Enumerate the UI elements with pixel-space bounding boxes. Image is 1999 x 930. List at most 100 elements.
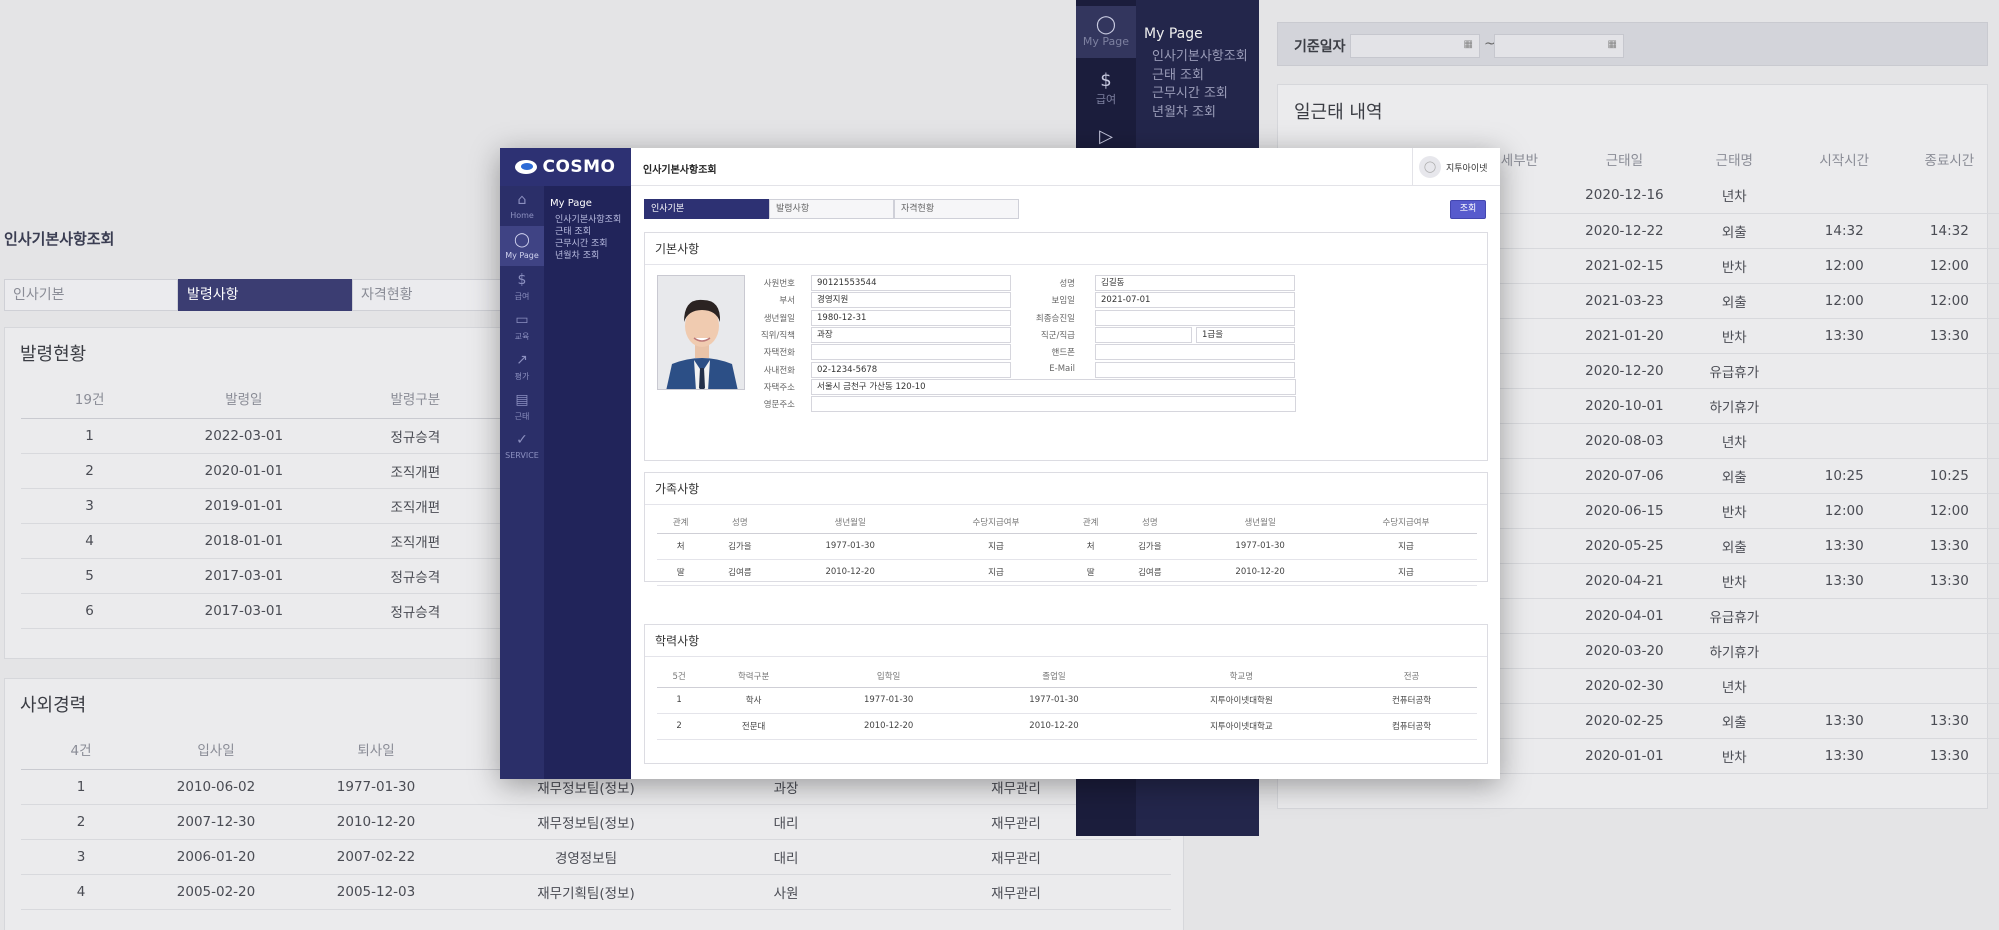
bg-right-menu-item[interactable]: 근태 조회 <box>1152 67 1248 86</box>
table-row: 2020-12-22 외출 14:32 14:32 <box>1470 213 1999 249</box>
table-cell: 12:00 <box>1899 283 1999 319</box>
table-cell: 2010-12-20 <box>1185 559 1335 586</box>
table-cell: 처 <box>1066 533 1115 560</box>
field-label: 보임일 <box>1051 296 1075 307</box>
field-input[interactable]: 과장 <box>811 326 1011 343</box>
nav-label: 급여 <box>514 292 530 301</box>
education-col-header: 학교명 <box>1136 665 1347 688</box>
table-row: 1 학사 1977-01-30 1977-01-30 지투아이넷대학원 컨퓨터공학 <box>657 687 1477 714</box>
table-cell: 2005-12-03 <box>291 874 461 910</box>
table-cell: 13:30 <box>1788 528 1900 564</box>
table-row: 2020-03-20 하기휴가 <box>1470 633 1999 669</box>
bg-right-menu-title: My Page <box>1144 26 1203 42</box>
table-cell: 2020-08-03 <box>1568 423 1680 459</box>
bg-page-title: 인사기본사항조회 <box>4 230 115 248</box>
table-cell: 2 <box>657 713 702 740</box>
field-input[interactable]: 90121553544 <box>811 275 1011 291</box>
field-input[interactable] <box>1095 326 1192 343</box>
nav-item-평가[interactable]: ↗ 평가 <box>500 346 544 386</box>
calendar-icon[interactable]: ▦ <box>1608 39 1617 50</box>
table-row: 4 2018-01-01 조직개편 <box>21 523 501 559</box>
icon-nav-bar: ⌂ Home ◯ My Page $ 급여 ▭ 교육 ↗ 평가 ▤ 근태 ✓ SERVICE <box>500 186 544 779</box>
profile-photo <box>657 275 745 390</box>
table-cell: 2021-03-23 <box>1568 283 1680 319</box>
table-row: 2020-06-15 반차 12:00 12:00 <box>1470 493 1999 529</box>
table-cell: 외출 <box>1679 283 1789 319</box>
sidebar-menu: My Page 인사기본사항조회 근태 조회 근무시간 조회 년월차 조회 <box>544 186 631 779</box>
table-cell: 외출 <box>1679 213 1789 249</box>
field-input[interactable] <box>1095 361 1295 378</box>
table-cell: 딸 <box>1066 559 1115 586</box>
table-cell: 2020-12-22 <box>1568 213 1680 249</box>
table-row: 2020-10-01 하기휴가 <box>1470 388 1999 424</box>
field-label: 부서 <box>779 296 795 307</box>
table-cell: 13:30 <box>1899 318 1999 354</box>
table-cell: 지급 <box>1334 533 1477 560</box>
field-input[interactable] <box>1095 309 1295 326</box>
field-input[interactable]: 1980-12-31 <box>811 309 1011 326</box>
family-col-header: 관계 <box>657 511 705 534</box>
bg-right-nav-item[interactable]: $ 급여 <box>1076 62 1136 114</box>
table-cell <box>1788 423 1900 459</box>
table-cell <box>1899 353 1999 389</box>
table-cell: 김여름 <box>1114 559 1186 586</box>
user-menu[interactable]: ◯ 지투아이넷 <box>1412 148 1500 186</box>
bg-right-table: 세부반 근태일 근태명 시작시간 종료시간 2020-12-16 년차 2020-1… <box>1470 140 1999 774</box>
nav-label: My Page <box>505 251 539 260</box>
logo-mark-icon <box>515 160 538 174</box>
field-input[interactable] <box>811 396 1296 413</box>
tab-appointment[interactable]: 발령사항 <box>769 199 894 219</box>
family-title: 가족사항 <box>645 473 1487 505</box>
tab-basic-info[interactable]: 인사기본 <box>644 199 769 219</box>
family-col-header: 성명 <box>1114 511 1186 534</box>
bg-right-menu-item[interactable]: 근무시간 조회 <box>1152 85 1248 104</box>
family-col-header: 성명 <box>704 511 776 534</box>
nav-item-home[interactable]: ⌂ Home <box>500 186 544 226</box>
bg-tab-appointment[interactable]: 발령사항 <box>178 279 352 311</box>
field-input[interactable] <box>811 344 1011 361</box>
table-row: 2020-07-06 외출 10:25 10:25 <box>1470 458 1999 494</box>
table-cell: 재무정보팀(정보) <box>461 804 711 840</box>
bg-right-filter-bar: 기준일자 ▦ ~ ▦ <box>1277 22 1988 66</box>
table-cell <box>1788 633 1900 669</box>
table-cell: 2019-01-01 <box>158 488 330 524</box>
table-row: 6 2017-03-01 정규승격 <box>21 593 501 629</box>
logo[interactable]: COSMO <box>500 148 631 186</box>
table-cell: 지급 <box>1334 559 1477 586</box>
nav-item-my-page[interactable]: ◯ My Page <box>500 226 544 266</box>
field-input[interactable]: 02-1234-5678 <box>811 361 1011 378</box>
table-row: 5 2017-03-01 정규승격 <box>21 558 501 594</box>
table-cell: 외출 <box>1679 703 1789 739</box>
nav-item-service[interactable]: ✓ SERVICE <box>500 426 544 466</box>
bg-tab-basic[interactable]: 인사기본 <box>4 279 178 311</box>
table-cell: 1977-01-30 <box>1185 533 1335 560</box>
bg-right-menu-item[interactable]: 인사기본사항조회 <box>1152 48 1248 67</box>
table-cell: 2010-12-20 <box>775 559 925 586</box>
field-input[interactable]: 2021-07-01 <box>1095 292 1295 309</box>
field-input[interactable] <box>1095 344 1295 361</box>
table-cell: 12:00 <box>1788 493 1900 529</box>
bg-right-date-from[interactable]: ▦ <box>1350 34 1480 58</box>
nav-item-근태[interactable]: ▤ 근태 <box>500 386 544 426</box>
family-col-header: 수당지급여부 <box>924 511 1067 534</box>
table-cell: 2010-12-20 <box>291 804 461 840</box>
bg-right-menu: 인사기본사항조회 근태 조회 근무시간 조회 년월차 조회 <box>1152 48 1248 122</box>
bg-right-date-to[interactable]: ▦ <box>1494 34 1624 58</box>
nav-item-급여[interactable]: $ 급여 <box>500 266 544 306</box>
nav-item-교육[interactable]: ▭ 교육 <box>500 306 544 346</box>
table-cell: 2 <box>21 804 141 840</box>
tab-qualification[interactable]: 자격현황 <box>894 199 1019 219</box>
sidebar-item-annual-leave[interactable]: 년월차 조회 <box>555 248 599 261</box>
table-row: 2 전문대 2010-12-20 2010-12-20 지투아이넷대학교 컴퓨터공학 <box>657 713 1477 740</box>
bg-right-panel-title: 일근태 내역 <box>1294 102 1383 123</box>
bg-right-nav-item[interactable]: ◯ My Page <box>1076 6 1136 58</box>
table-row: 2020-01-01 반차 13:30 13:30 <box>1470 738 1999 774</box>
bg-right-menu-item[interactable]: 년월차 조회 <box>1152 104 1248 123</box>
field-input[interactable]: 김길동 <box>1095 275 1295 291</box>
field-input[interactable]: 경영지원 <box>811 292 1011 309</box>
field-input[interactable]: 서울시 금천구 가산동 120-10 <box>811 378 1296 395</box>
table-cell: 12:00 <box>1788 283 1900 319</box>
search-button[interactable]: 조회 <box>1450 200 1486 219</box>
field-input-secondary[interactable]: 1급을 <box>1196 326 1295 343</box>
calendar-icon[interactable]: ▦ <box>1464 39 1473 50</box>
